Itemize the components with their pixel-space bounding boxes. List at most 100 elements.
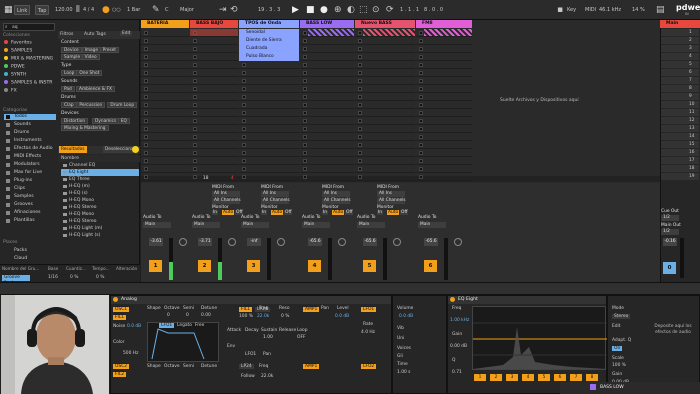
eq-band-toggle[interactable]: 8 [586,374,598,381]
clip-slot-button[interactable] [144,159,148,163]
preview-icon[interactable] [132,146,139,153]
clip-slot-button[interactable] [144,119,148,123]
category-item[interactable]: Efectos de Audio [4,146,56,152]
filter-group-title[interactable]: Type [61,63,71,68]
clip-slot-button[interactable] [193,151,197,155]
clip-slot-button[interactable] [193,71,197,75]
color-value[interactable]: 500 Hz [123,351,138,356]
scene-launch[interactable]: 11 [661,109,699,116]
main-out-select[interactable]: 1/2 [661,229,679,235]
monitor-off[interactable]: Off [345,210,354,215]
pan-knob[interactable] [179,238,187,246]
clip-slot-button[interactable] [419,143,423,147]
clip-slot-button[interactable] [193,119,197,123]
clip-slot-button[interactable] [358,71,362,75]
osc1-toggle[interactable]: OSC1 [113,307,130,312]
filter2-type[interactable]: LP24 [239,364,254,369]
groove-header[interactable]: Alteración [116,266,137,271]
rate-value[interactable]: 4.0 Hz [361,330,375,335]
filter-chip[interactable]: Ambience & FX [76,86,115,92]
filter-chip[interactable]: Preset [99,47,119,53]
clip-placeholder[interactable] [363,29,415,36]
scene-launch[interactable]: 14 [661,133,699,140]
pan-knob[interactable] [277,238,285,246]
monitor-auto[interactable]: Auto [222,210,235,215]
category-item[interactable]: Instruments [4,138,56,144]
monitor-auto[interactable]: Auto [332,210,345,215]
eq-gain-value[interactable]: 0.00 dB [450,344,467,349]
clip-slot-button[interactable] [303,167,307,171]
record-quant-icon[interactable]: ○○ [110,5,123,15]
clip-slot-button[interactable] [193,63,197,67]
fil2-toggle[interactable]: FIL2 [113,372,127,377]
clip-placeholder[interactable] [424,29,472,36]
clip-slot-button[interactable] [242,127,246,131]
clip-slot-button[interactable] [303,39,307,43]
clip-slot-button[interactable] [303,47,307,51]
track-activator[interactable]: 5 [363,260,376,272]
groove-header[interactable]: Nombre del Gru... [2,266,39,271]
clip-slot-button[interactable] [358,63,362,67]
key-map-icon[interactable]: ▪ [555,5,565,15]
automation-arm-icon[interactable]: ◐ [345,5,357,15]
track-header[interactable]: TPOS de Onda [239,20,299,28]
filter-chip[interactable]: Loop [61,70,78,76]
collection-item[interactable]: Favoritos [4,40,32,46]
eq-band-toggle[interactable]: 7 [570,374,582,381]
clip-slot-button[interactable] [303,55,307,59]
category-item[interactable]: Grooves [4,202,56,208]
capture-icon[interactable]: ⬚ [357,5,370,15]
filter-chip[interactable]: Clap [61,102,77,108]
clip-slot-button[interactable] [303,151,307,155]
clip-placeholder[interactable] [308,29,354,36]
fil1-type[interactable]: FIL1 [239,307,253,312]
category-item[interactable]: Plug-ins [4,178,56,184]
clip-slot-button[interactable] [303,31,307,35]
loop-toggle-icon[interactable]: ⟳ [384,5,396,15]
eq-freq-value[interactable]: 1.00 kHz [450,318,469,323]
clip-slot-button[interactable] [419,167,423,171]
eq-band-toggle[interactable]: 1 [474,374,486,381]
loop-start[interactable]: 1 . 1 . 1 [398,5,421,15]
groove-header[interactable]: Base [48,266,58,271]
clip-slot-button[interactable] [242,103,246,107]
clip-slot-button[interactable] [419,87,423,91]
clip-slot-button[interactable] [193,127,197,131]
clip-slot-button[interactable] [303,159,307,163]
collection-item[interactable]: FX [4,88,17,94]
filter-chip[interactable]: Drum Loop [107,102,138,108]
master-volume[interactable]: -0.16 [663,238,677,246]
clip[interactable]: Cuadrada [239,45,299,53]
filter-chip[interactable]: Video [81,54,100,60]
scale-root-select[interactable]: C [163,5,171,15]
category-item[interactable]: MIDI Effects [4,154,56,160]
clip-slot-button[interactable] [193,39,197,43]
filter-chip[interactable]: Device [61,47,82,53]
filter-chip[interactable]: Image [81,47,102,53]
grid-icon[interactable]: ▦ [2,5,15,15]
collection-item[interactable]: MIX & MASTERING [4,56,53,62]
edit-tags-button[interactable]: Edit [120,31,133,36]
scene-launch[interactable]: 9 [661,93,699,100]
reso-value[interactable]: 0 % [281,314,289,319]
monitor-in[interactable]: In [261,210,268,215]
song-position[interactable]: 19 . 3 . 3 [256,5,282,15]
scene-launch[interactable]: 8 [661,85,699,92]
scale-select[interactable]: Major [178,5,196,15]
play-icon[interactable]: ▶ [290,5,301,15]
clip-slot-button[interactable] [358,87,362,91]
clip-slot-button[interactable] [358,167,362,171]
clip-slot-button[interactable] [303,103,307,107]
collection-item[interactable]: SAMPLES [4,48,32,54]
eq-spectrum-display[interactable] [472,306,607,370]
overdub-icon[interactable]: ⊕ [332,5,344,15]
pan-knob[interactable] [338,238,346,246]
eq-band-toggle[interactable]: 5 [538,374,550,381]
monitor-in[interactable]: In [212,210,219,215]
clip-slot-button[interactable] [358,127,362,131]
category-item[interactable]: Drums [4,130,56,136]
category-item[interactable]: Clips [4,186,56,192]
free-toggle[interactable]: Free [195,323,204,328]
track-activator[interactable]: 1 [149,260,162,272]
scene-launch[interactable]: 4 [661,53,699,60]
